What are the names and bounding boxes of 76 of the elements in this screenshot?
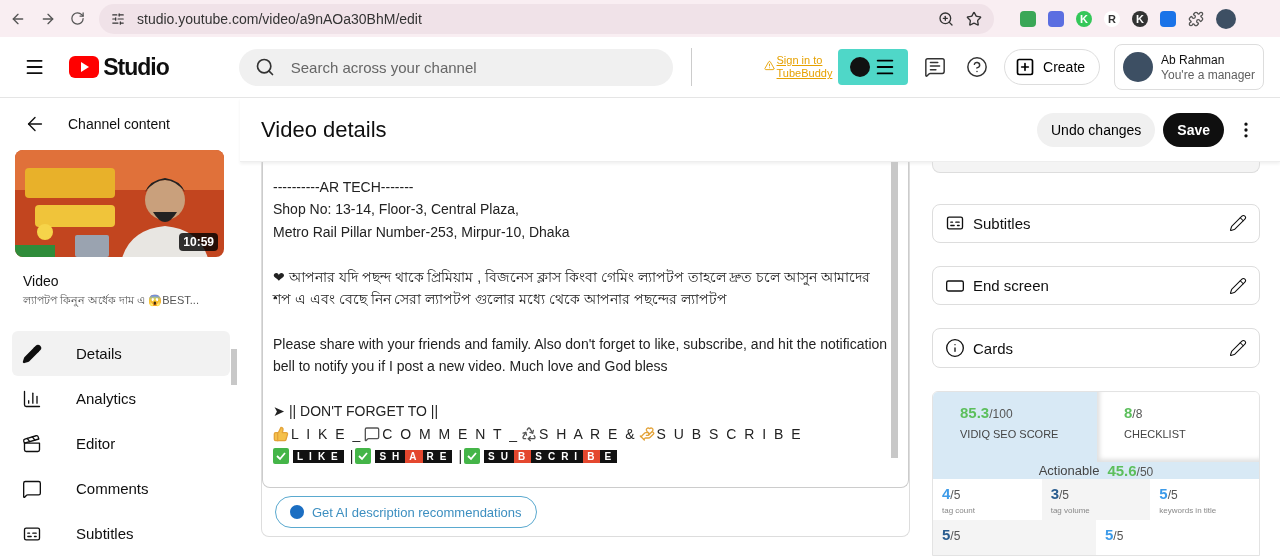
score-tab[interactable]: 8/8 CHECKLIST <box>1097 391 1259 462</box>
edit-icon[interactable] <box>1229 276 1247 295</box>
description-text: ----------AR TECH------- <box>273 178 415 197</box>
boxed-word: LIKE <box>293 449 344 463</box>
address-bar[interactable]: studio.youtube.com/video/a9nAOa30BhM/edit <box>99 3 994 34</box>
tubebuddy-button[interactable] <box>838 49 909 85</box>
comment-icon <box>22 478 42 499</box>
settings-card[interactable]: End screen <box>932 266 1260 306</box>
separator-text: | <box>458 448 463 464</box>
duration-badge: 10:59 <box>179 233 218 251</box>
extension-icon[interactable] <box>1160 10 1176 27</box>
nav-item[interactable]: Details <box>12 331 230 376</box>
nav-item[interactable]: Analytics <box>12 376 230 421</box>
hands-icon <box>638 425 655 442</box>
metric-cell: 5/5 <box>933 519 1096 555</box>
description-text: Metro Rail Pillar Number-253, Mirpur-10, Dhaka <box>273 222 571 242</box>
recycle-icon <box>521 425 538 442</box>
studio-logo[interactable]: Studio <box>69 53 169 81</box>
extension-icon[interactable] <box>1020 10 1036 27</box>
extension-icon[interactable]: K <box>1132 10 1148 27</box>
zoom-icon[interactable] <box>938 10 954 27</box>
search-input[interactable]: Search across your channel <box>288 57 657 77</box>
clapperboard-icon <box>22 433 42 454</box>
edit-icon[interactable] <box>1229 339 1247 357</box>
warning-icon <box>763 60 775 71</box>
thumbs-up-icon <box>273 425 289 442</box>
settings-card[interactable]: Subtitles <box>932 203 1260 244</box>
save-button[interactable]: Save <box>1163 112 1224 147</box>
extensions-icon[interactable] <box>1188 10 1204 27</box>
description-text: Please share with your friends and family. Also don't forget to like, subscribe, and hit the notification bell to notify you if I post a new video. Much love and God bless <box>273 334 889 377</box>
create-button[interactable]: Create <box>1004 49 1101 85</box>
nav-item[interactable]: Comments <box>12 466 230 511</box>
pencil-icon <box>22 343 42 364</box>
description-text: S U B S C R I B E <box>656 425 803 442</box>
info-icon <box>945 338 965 358</box>
metric-cell: 3/5 tag volume <box>1041 478 1151 520</box>
video-label: Video <box>23 273 60 289</box>
nav-item[interactable]: Editor <box>12 421 230 466</box>
site-settings-icon[interactable] <box>111 11 125 26</box>
account-role: You're a manager <box>1161 68 1255 82</box>
video-title: ল্যাপটপ কিনুন অর্ধেক দাম এ 😱BEST... <box>23 293 200 309</box>
description-text: ❤ আপনার যদি পছন্দ থাকে প্রিমিয়াম , বিজনেস ক্লাস কিংবা গেমিং ল্যাপটপ তাহলে দ্রুত চলে আসুন আমাদের শপ এ এবং বেছে নিন সেরা ল্যাপটপ গুলোর মধ্যে থেকে আপনার পছন্দের ল্যাপটপ <box>273 267 872 309</box>
boxed-word: SU B SCRI B E <box>484 449 618 463</box>
ai-recommendations-button[interactable]: Get AI description recommendations <box>275 496 537 528</box>
search-icon[interactable] <box>254 57 275 77</box>
description-text: C O M M E N T _ <box>382 425 520 442</box>
speech-bubble-icon <box>364 425 381 442</box>
profile-avatar[interactable] <box>1216 8 1236 29</box>
check-box-icon <box>273 448 289 464</box>
description-text: S H A R E & <box>539 425 637 442</box>
undo-button[interactable]: Undo changes <box>1037 112 1156 147</box>
check-box-icon <box>355 448 372 464</box>
scrollbar-thumb[interactable] <box>891 162 898 458</box>
edit-icon[interactable] <box>1229 214 1247 233</box>
separator-text: | <box>349 448 354 464</box>
settings-card[interactable]: Cards <box>932 328 1260 368</box>
check-box-icon <box>464 448 481 464</box>
nav-item[interactable]: Subtitles <box>12 511 230 556</box>
extension-icon[interactable]: R <box>1104 10 1120 27</box>
description-text: L I K E _ <box>291 425 363 442</box>
score-tab[interactable]: 85.3/100 VIDIQ SEO SCORE <box>933 391 1097 462</box>
account-name: Ab Rahman <box>1161 52 1226 68</box>
boxed-word: SH A RE <box>375 449 453 463</box>
page-title: Video details <box>261 116 388 143</box>
plus-icon <box>1015 57 1036 77</box>
description-field[interactable] <box>262 162 909 488</box>
channel-content-link[interactable]: Channel content <box>68 116 170 133</box>
description-text: ➤ || DON'T FORGET TO || <box>273 402 440 421</box>
chart-icon <box>22 388 42 409</box>
bookmark-icon[interactable] <box>966 10 982 27</box>
scrollbar-thumb[interactable] <box>231 349 237 385</box>
search-field[interactable]: Search across your channel <box>238 48 673 86</box>
reload-icon[interactable] <box>70 11 85 26</box>
description-text: Shop No: 13-14, Floor-3, Central Plaza, <box>273 200 520 220</box>
extension-icon[interactable] <box>1048 10 1064 27</box>
account-chip[interactable]: Ab Rahman You're a manager <box>1114 44 1264 90</box>
